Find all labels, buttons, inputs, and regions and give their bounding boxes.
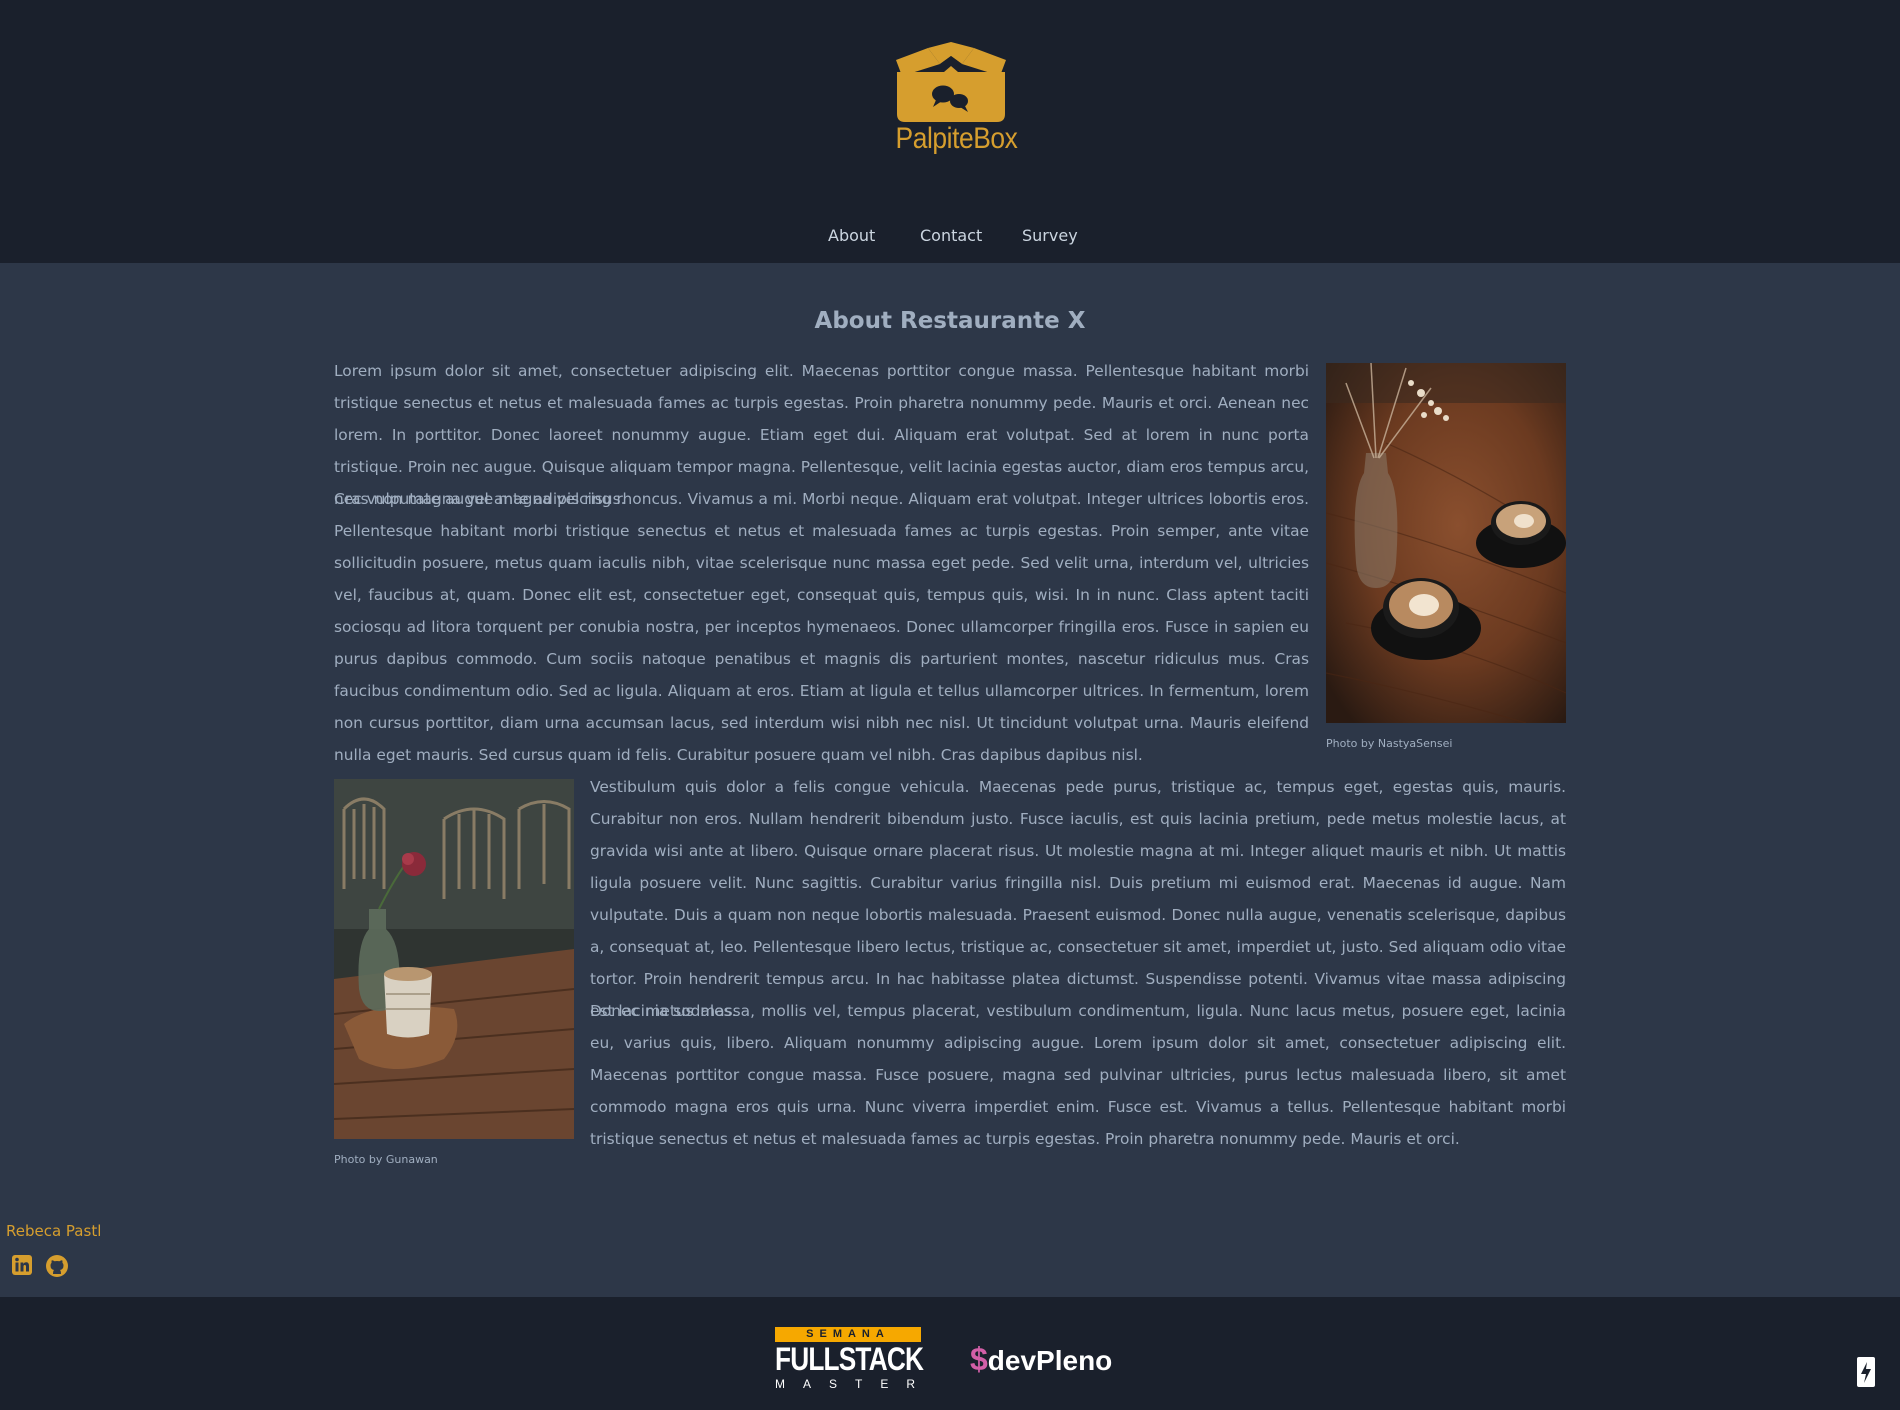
paragraph-3: Vestibulum quis dolor a felis congue veh… [590, 778, 1566, 1020]
paragraph-2: Cras non magna vel ante adipiscing rhonc… [334, 490, 1309, 764]
semana-fullstack-master-logo[interactable]: SEMANA FULLSTACK MASTER [775, 1327, 934, 1391]
cafe-interior-photo [334, 779, 574, 1139]
box-icon [896, 42, 1006, 122]
palpitebox-logo[interactable]: PalpiteBox [888, 42, 1018, 172]
author-name: Rebeca Pastl [6, 1222, 102, 1240]
logo-text: PalpiteBox [895, 122, 1018, 155]
fullstack-logo-middle: FULLSTACK [775, 1341, 924, 1377]
photo-2-caption: Photo by Gunawan [334, 1153, 438, 1166]
lightning-icon [1861, 1362, 1871, 1383]
site-footer: SEMANA FULLSTACK MASTER $devPleno [0, 1297, 1900, 1410]
fullstack-logo-top: SEMANA [775, 1327, 921, 1342]
page-title: About Restaurante X [814, 308, 1086, 334]
nav-about[interactable]: About [828, 226, 875, 245]
devpleno-name: devPleno [987, 1345, 1113, 1376]
main-nav: About Contact Survey [0, 226, 1900, 248]
photo-1-caption: Photo by NastyaSensei [1326, 737, 1453, 750]
linkedin-icon[interactable] [11, 1254, 35, 1278]
fullstack-logo-bottom: MASTER [775, 1377, 934, 1391]
github-icon[interactable] [45, 1254, 69, 1278]
site-header: PalpiteBox About Contact Survey [0, 0, 1900, 263]
coffee-table-photo [1326, 363, 1566, 723]
paragraph-4: Donec metus massa, mollis vel, tempus pl… [590, 1002, 1566, 1148]
nav-contact[interactable]: Contact [920, 226, 982, 245]
devpleno-dollar-symbol: $ [970, 1341, 988, 1377]
nav-survey[interactable]: Survey [1022, 226, 1078, 245]
devpleno-logo[interactable]: $devPleno [970, 1341, 1112, 1377]
lightning-badge[interactable] [1857, 1357, 1875, 1387]
